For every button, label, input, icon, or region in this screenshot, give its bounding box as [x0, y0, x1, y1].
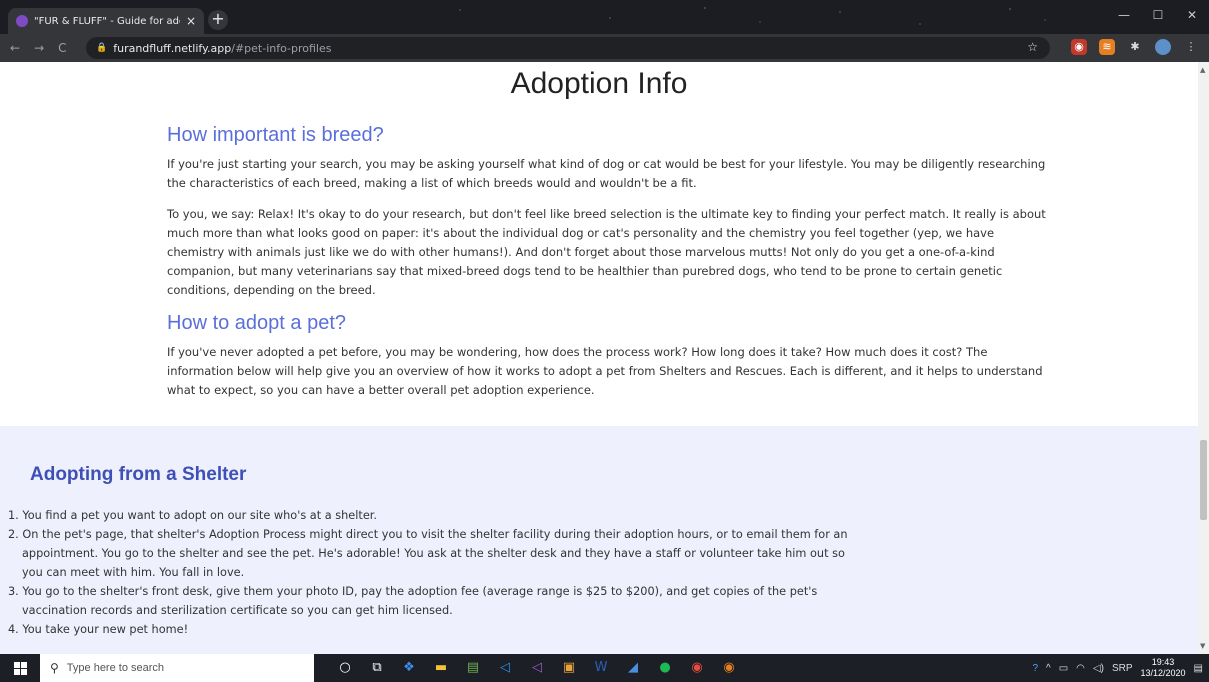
lock-icon: 🔒 — [96, 43, 108, 53]
clock[interactable]: 19:43 13/12/2020 — [1141, 657, 1186, 679]
browser-tab-bar: "FUR & FLUFF" - Guide for adopt × + — ☐ … — [0, 0, 1209, 34]
page-scrollbar[interactable]: ▲ ▼ — [1198, 62, 1209, 654]
task-view-icon[interactable]: ⧉ — [366, 659, 388, 677]
windows-logo-icon — [13, 661, 27, 675]
window-controls: — ☐ ✕ — [1107, 0, 1209, 30]
minimize-button[interactable]: — — [1107, 0, 1141, 30]
scroll-up-icon[interactable]: ▲ — [1200, 66, 1205, 74]
paw-favicon-icon — [16, 15, 28, 27]
list-item: 4. You take your new pet home! — [8, 623, 189, 636]
cortana-icon[interactable]: ○ — [334, 659, 356, 677]
browser-toolbar: ← → C 🔒 furandfluff.netlify.app/#pet-inf… — [0, 34, 1209, 62]
back-button[interactable]: ← — [10, 41, 20, 55]
breed-paragraph-1: If you're just starting your search, you… — [167, 157, 1046, 190]
battery-icon[interactable]: ▭ — [1059, 663, 1068, 674]
forward-button[interactable]: → — [34, 41, 44, 55]
visual-studio-icon[interactable]: ◁ — [526, 659, 548, 677]
chrome-icon[interactable]: ◉ — [686, 659, 708, 677]
tab-title: "FUR & FLUFF" - Guide for adopt — [34, 15, 180, 27]
search-icon: ⚲ — [50, 661, 59, 675]
scroll-down-icon[interactable]: ▼ — [1200, 642, 1205, 650]
notifications-icon[interactable]: ▤ — [1194, 663, 1203, 674]
tab-close-icon[interactable]: × — [186, 14, 196, 28]
language-indicator[interactable]: SRP — [1112, 663, 1133, 674]
close-window-button[interactable]: ✕ — [1175, 0, 1209, 30]
spotify-icon[interactable]: ● — [654, 659, 676, 677]
vscode-icon[interactable]: ◁ — [494, 659, 516, 677]
ublock-icon[interactable]: ◉ — [1071, 39, 1087, 55]
url-text: furandfluff.netlify.app/#pet-info-profil… — [113, 41, 332, 55]
dropbox-icon[interactable]: ❖ — [398, 659, 420, 677]
extensions-area: ◉ ≋ ✱ ⋮ — [1071, 39, 1199, 55]
system-tray: ? ^ ▭ ◠ ◁) SRP 19:43 13/12/2020 ▤ — [1032, 654, 1203, 682]
taskbar-search-box[interactable]: ⚲ Type here to search — [40, 654, 314, 682]
chevron-up-icon[interactable]: ^ — [1046, 663, 1051, 674]
chrome-canary-icon[interactable]: ◉ — [718, 659, 740, 677]
page-viewport: Adoption Info How important is breed? If… — [0, 62, 1198, 654]
breed-heading: How important is breed? — [167, 124, 384, 146]
help-icon[interactable]: ? — [1032, 663, 1038, 674]
extensions-puzzle-icon[interactable]: ✱ — [1127, 39, 1143, 55]
adopt-paragraph: If you've never adopted a pet before, yo… — [167, 345, 1043, 397]
notepad-icon[interactable]: ▤ — [462, 659, 484, 677]
reload-button[interactable]: C — [58, 41, 66, 55]
new-tab-button[interactable]: + — [208, 10, 228, 30]
start-button[interactable] — [0, 654, 40, 682]
page-title: Adoption Info — [510, 67, 688, 100]
browser-tab[interactable]: "FUR & FLUFF" - Guide for adopt × — [8, 8, 204, 34]
shelter-steps-list: 1. You find a pet you want to adopt on o… — [8, 506, 868, 639]
shelter-section: Adopting from a Shelter 1. You find a pe… — [0, 426, 1198, 654]
taskbar-apps: ○ ⧉ ❖ ▬ ▤ ◁ ◁ ▣ W ◢ ● ◉ ◉ — [334, 659, 740, 677]
maximize-button[interactable]: ☐ — [1141, 0, 1175, 30]
volume-icon[interactable]: ◁) — [1093, 663, 1104, 674]
address-bar[interactable]: 🔒 furandfluff.netlify.app/#pet-info-prof… — [86, 37, 1050, 59]
rss-icon[interactable]: ≋ — [1099, 39, 1115, 55]
breed-paragraph-2: To you, we say: Relax! It's okay to do y… — [167, 207, 1046, 297]
taskbar: ⚲ Type here to search ○ ⧉ ❖ ▬ ▤ ◁ ◁ ▣ W … — [0, 654, 1209, 682]
list-item: 2. On the pet's page, that shelter's Ado… — [8, 528, 848, 579]
app-icon[interactable]: ▣ — [558, 659, 580, 677]
clock-date: 13/12/2020 — [1140, 668, 1186, 678]
scrollbar-thumb[interactable] — [1200, 440, 1207, 520]
word-icon[interactable]: W — [590, 659, 612, 677]
list-item: 1. You find a pet you want to adopt on o… — [8, 509, 377, 522]
adopt-heading: How to adopt a pet? — [167, 312, 347, 334]
profile-avatar[interactable] — [1155, 39, 1171, 55]
shelter-heading: Adopting from a Shelter — [30, 464, 247, 485]
app-icon[interactable]: ◢ — [622, 659, 644, 677]
file-explorer-icon[interactable]: ▬ — [430, 659, 452, 677]
wifi-icon[interactable]: ◠ — [1076, 663, 1085, 674]
clock-time: 19:43 — [1151, 657, 1175, 667]
search-placeholder: Type here to search — [66, 662, 165, 674]
bookmark-star-icon[interactable]: ☆ — [1027, 40, 1038, 54]
menu-kebab-icon[interactable]: ⋮ — [1183, 39, 1199, 55]
list-item: 3. You go to the shelter's front desk, g… — [8, 585, 818, 617]
